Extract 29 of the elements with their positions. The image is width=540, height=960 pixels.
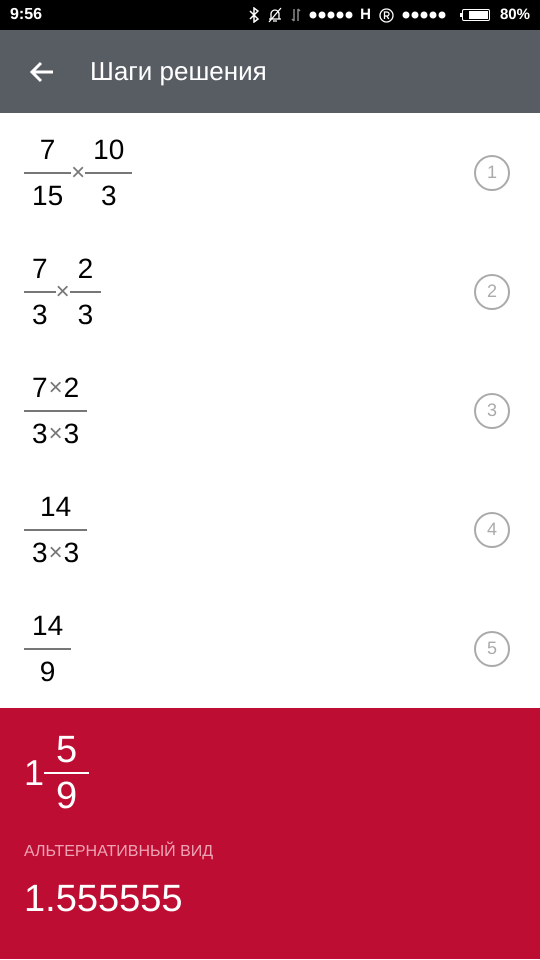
data-arrows-icon — [291, 8, 302, 22]
fraction: 10 3 — [85, 128, 132, 218]
signal-icon — [402, 11, 446, 19]
battery-icon — [460, 9, 490, 21]
step-number: 3 — [474, 392, 510, 428]
alternative-label: АЛЬТЕРНАТИВНЫЙ ВИД — [24, 840, 214, 862]
whole-number: 1 — [24, 755, 44, 791]
times-sign: × — [71, 158, 86, 188]
decimal-value: 1.555555 — [24, 880, 184, 918]
screen-title: Шаги решения — [90, 55, 267, 88]
step-number: 2 — [474, 274, 510, 310]
fraction: 7 15 — [24, 128, 72, 218]
step-number: 1 — [474, 154, 510, 190]
fraction: 7 3 — [24, 246, 56, 336]
registered-icon — [378, 8, 394, 22]
network-type: H — [360, 4, 371, 25]
fraction: 14 3×3 — [24, 484, 88, 574]
step-number: 4 — [474, 512, 510, 548]
status-time: 9:56 — [10, 5, 42, 25]
fraction: 2 3 — [70, 246, 102, 336]
times-sign: × — [56, 276, 70, 306]
fraction: 7×2 3×3 — [24, 366, 88, 456]
signal-icon — [309, 11, 354, 19]
result-fraction: 5 9 — [44, 728, 90, 818]
battery-percent: 80% — [500, 4, 530, 25]
bluetooth-icon — [249, 7, 260, 23]
step-number: 5 — [474, 630, 510, 666]
fraction: 14 9 — [24, 604, 72, 694]
bell-off-icon — [267, 7, 284, 23]
